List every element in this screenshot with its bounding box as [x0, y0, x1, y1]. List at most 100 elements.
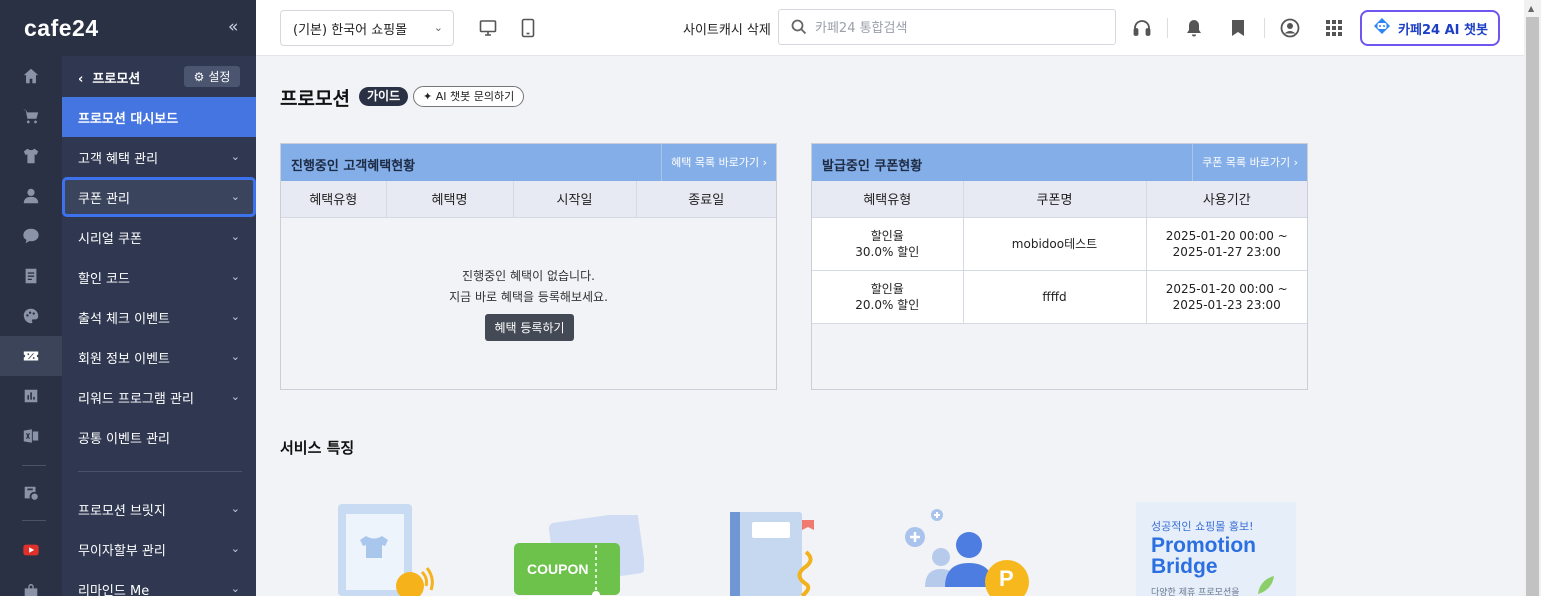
- menu-item-reward-program[interactable]: 리워드 프로그램 관리 ⌄: [62, 377, 256, 417]
- benefits-list-link[interactable]: 혜택 목록 바로가기 ›: [661, 144, 776, 181]
- bookmark-icon[interactable]: [1228, 18, 1248, 38]
- bridge-subtitle: 다양한 제휴 프로모션을: [1151, 588, 1240, 596]
- page-title: 프로모션: [280, 88, 350, 110]
- cell-text: 20.0% 할인: [855, 297, 920, 312]
- benefit-type-cell: 할인율 20.0% 할인: [812, 269, 964, 324]
- column-header: 쿠폰명: [962, 181, 1147, 218]
- bridge-title-2: Bridge: [1151, 555, 1218, 578]
- icon-rail: [0, 0, 62, 596]
- panel-header: 진행중인 고객혜택현황 혜택 목록 바로가기 ›: [281, 144, 776, 181]
- menu-item-discount-code[interactable]: 할인 코드 ⌄: [62, 257, 256, 297]
- submenu-title: 프로모션: [92, 72, 141, 87]
- menu-item-label: 시리얼 쿠폰: [78, 231, 142, 247]
- empty-message: 진행중인 혜택이 없습니다. 지금 바로 혜택을 등록해보세요.: [281, 266, 776, 308]
- brand-bar: cafe24 «: [0, 0, 256, 56]
- menu-divider: [78, 471, 242, 472]
- coupon-illustration: COUPON: [512, 511, 646, 596]
- scroll-up-icon[interactable]: ▲: [1528, 4, 1534, 13]
- cell-text: 할인율: [870, 228, 904, 243]
- rail-divider: [22, 520, 46, 521]
- search-input[interactable]: [815, 18, 1105, 38]
- cart-icon[interactable]: [0, 96, 62, 136]
- leaf-icon: [1258, 576, 1274, 594]
- register-benefit-button[interactable]: 혜택 등록하기: [485, 314, 574, 341]
- empty-message-line: 진행중인 혜택이 없습니다.: [462, 269, 595, 283]
- app-store-icon[interactable]: [0, 473, 62, 513]
- table-row[interactable]: 할인율 20.0% 할인 ffffd 2025-01-20 00:00 ~2025…: [812, 269, 1307, 324]
- promotion-bridge-illustration: 성공적인 쇼핑몰 홍보! Promotion Bridge 다양한 제휴 프로모…: [1136, 502, 1296, 596]
- chevron-down-icon: ⌄: [230, 230, 240, 243]
- menu-item-label: 리워드 프로그램 관리: [78, 391, 194, 407]
- column-header: 시작일: [512, 181, 637, 218]
- site-cache-delete[interactable]: 사이트캐시 삭제: [683, 19, 771, 38]
- chevron-down-icon: ⌄: [230, 390, 240, 403]
- benefits-table: 혜택유형 혜택명 시작일 종료일: [281, 181, 776, 218]
- account-icon[interactable]: [1280, 18, 1300, 38]
- board-icon[interactable]: [0, 256, 62, 296]
- guide-badge[interactable]: 가이드: [359, 87, 409, 106]
- menu-item-interest-free-installment[interactable]: 무이자할부 관리 ⌄: [62, 529, 256, 569]
- cell-text: 30.0% 할인: [855, 244, 920, 259]
- headset-icon[interactable]: [1132, 18, 1152, 38]
- bridge-tagline: 성공적인 쇼핑몰 홍보!: [1151, 520, 1254, 533]
- bell-icon[interactable]: [1184, 18, 1204, 38]
- settings-button[interactable]: ⚙ 설정: [184, 66, 240, 87]
- chevron-down-icon: ⌄: [230, 582, 240, 595]
- benefit-type-cell: 할인율 30.0% 할인: [812, 216, 964, 271]
- collapse-sidebar-icon[interactable]: «: [228, 17, 238, 37]
- shop-select-value: (기본) 한국어 쇼핑몰: [293, 22, 408, 38]
- desktop-preview-icon[interactable]: [478, 18, 498, 38]
- menu-item-label: 무이자할부 관리: [78, 543, 166, 559]
- excel-icon[interactable]: [0, 416, 62, 456]
- table-row[interactable]: 할인율 30.0% 할인 mobidoo테스트 2025-01-20 00:00 …: [812, 216, 1307, 271]
- menu-item-label: 공통 이벤트 관리: [78, 431, 170, 447]
- chevron-down-icon: ⌄: [230, 190, 240, 203]
- cell-text: 2025-01-20 00:00 ~: [1165, 228, 1288, 243]
- ai-ask-button[interactable]: ✦ AI 챗봇 문의하기: [413, 86, 525, 107]
- palette-icon[interactable]: [0, 296, 62, 336]
- cell-text: 2025-01-23 23:00: [1172, 297, 1281, 312]
- menu-item-attendance-event[interactable]: 출석 체크 이벤트 ⌄: [62, 297, 256, 337]
- settings-label: 설정: [208, 70, 231, 84]
- home-icon[interactable]: [0, 56, 62, 96]
- chevron-right-icon: ›: [762, 156, 767, 169]
- search-icon: [791, 19, 807, 39]
- menu-item-member-info-event[interactable]: 회원 정보 이벤트 ⌄: [62, 337, 256, 377]
- apps-grid-icon[interactable]: [1324, 18, 1344, 38]
- integrated-search: [778, 9, 1116, 45]
- promotion-icon[interactable]: [0, 336, 62, 376]
- user-icon[interactable]: [0, 176, 62, 216]
- youtube-icon[interactable]: [0, 530, 62, 570]
- submenu-header: ‹ 프로모션 ⚙ 설정: [62, 56, 256, 97]
- panel-title: 진행중인 고객혜택현황: [291, 159, 416, 174]
- table-header-row: 혜택유형 혜택명 시작일 종료일: [281, 181, 776, 218]
- menu-item-label: 회원 정보 이벤트: [78, 351, 170, 367]
- ai-chatbot-button[interactable]: 카페24 AI 챗봇: [1360, 10, 1500, 46]
- tshirt-icon[interactable]: [0, 136, 62, 176]
- gear-icon: ⚙: [193, 69, 205, 84]
- menu-item-promotion-dashboard[interactable]: 프로모션 대시보드: [62, 97, 256, 137]
- cell-text: 2025-01-20 00:00 ~: [1165, 281, 1288, 296]
- vertical-scrollbar[interactable]: ▲: [1524, 0, 1541, 596]
- cafe24-logo[interactable]: cafe24: [24, 15, 99, 42]
- store-icon[interactable]: [0, 572, 62, 596]
- chevron-down-icon: ⌄: [433, 21, 443, 34]
- chat-icon[interactable]: [0, 216, 62, 256]
- menu-item-coupon-management[interactable]: 쿠폰 관리 ⌄: [62, 177, 256, 217]
- mobile-preview-icon[interactable]: [518, 18, 538, 38]
- back-to-promotion[interactable]: ‹ 프로모션: [78, 68, 140, 87]
- sparkle-icon: ✦: [423, 90, 433, 103]
- menu-item-common-event[interactable]: 공통 이벤트 관리: [62, 417, 256, 457]
- scrollbar-thumb[interactable]: [1526, 17, 1539, 596]
- shop-select[interactable]: (기본) 한국어 쇼핑몰 ⌄: [280, 10, 454, 46]
- menu-item-label: 할인 코드: [78, 271, 130, 287]
- cell-text: 2025-01-27 23:00: [1172, 244, 1281, 259]
- menu-item-remind-me[interactable]: 리마인드 Me ⌄: [62, 569, 256, 596]
- menu-item-customer-benefits[interactable]: 고객 혜택 관리 ⌄: [62, 137, 256, 177]
- menu-item-promotion-bridge[interactable]: 프로모션 브릿지 ⌄: [62, 489, 256, 529]
- chevron-right-icon: ›: [1293, 156, 1298, 169]
- menu-item-serial-coupon[interactable]: 시리얼 쿠폰 ⌄: [62, 217, 256, 257]
- stats-icon[interactable]: [0, 376, 62, 416]
- empty-message-line: 지금 바로 혜택을 등록해보세요.: [449, 290, 608, 304]
- coupons-list-link[interactable]: 쿠폰 목록 바로가기 ›: [1192, 144, 1307, 181]
